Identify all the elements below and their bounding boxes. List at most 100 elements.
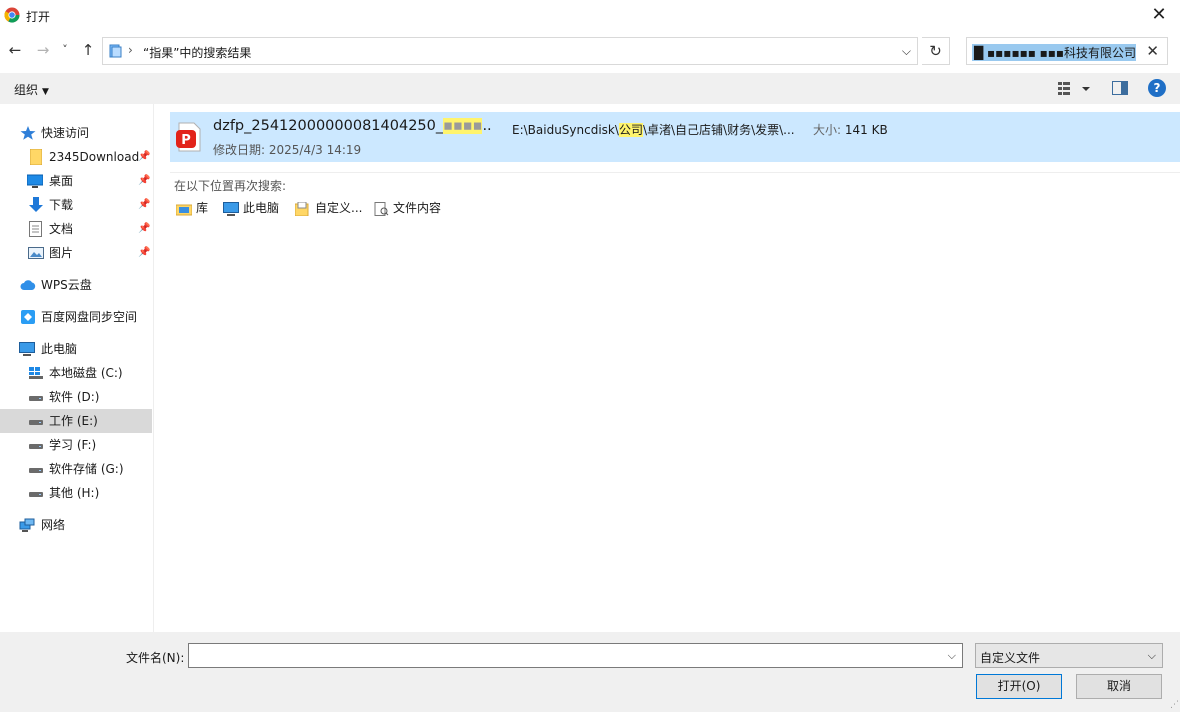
location-label: 文件内容 [393, 201, 442, 215]
window-title: 打开 [26, 10, 51, 24]
sidebar-item-network[interactable]: 网络 [0, 513, 152, 537]
filename-field[interactable]: ⌵ [188, 643, 963, 668]
sidebar-item-drive-h[interactable]: 其他 (H:) [0, 481, 152, 505]
library-icon [176, 204, 192, 215]
view-options-icon[interactable] [1056, 80, 1092, 98]
breadcrumb-separator: › [128, 43, 133, 57]
path-suffix: \卓渚\自己店铺\财务\发票\... [642, 123, 795, 137]
document-icon [29, 221, 42, 237]
divider [170, 172, 1180, 173]
sidebar-item-label: 网络 [41, 518, 66, 532]
search-again-label: 在以下位置再次搜索: [174, 179, 287, 193]
location-label: 此电脑 [243, 201, 280, 215]
sidebar-item-2345download[interactable]: 2345Download 📌 [0, 145, 152, 169]
sidebar-item-drive-g[interactable]: 软件存储 (G:) [0, 457, 152, 481]
pin-icon[interactable]: 📌 [138, 169, 150, 193]
sidebar-item-label: 此电脑 [41, 342, 78, 356]
network-icon [19, 518, 35, 532]
sidebar-item-this-pc[interactable]: 此电脑 [0, 337, 152, 361]
file-type-value: 自定义文件 [980, 651, 1041, 665]
navigation-pane: 快速访问 2345Download 📌 桌面 📌 下载 📌 文档 📌 图片 📌 … [0, 104, 154, 632]
redacted-text: ▪▪▪▪ [443, 118, 483, 134]
location-label: 库 [196, 201, 209, 215]
up-button[interactable]: ↑ [78, 40, 98, 60]
computer-icon [19, 342, 35, 356]
pdf-file-icon: P [176, 122, 201, 152]
search-query[interactable]: █ ▪▪▪▪▪▪ ▪▪▪科技有限公司 [972, 44, 1136, 61]
navigation-bar: ← → ˅ ↑ › “指果”中的搜索结果 ⌵ ↻ █ ▪▪▪▪▪▪ ▪▪▪科技有… [0, 31, 1180, 73]
list-item[interactable]: P dzfp_25412000000081404250_▪▪▪▪.. 修改日期:… [170, 112, 1180, 162]
back-button[interactable]: ← [5, 40, 25, 60]
windows-drive-icon [29, 367, 43, 379]
sidebar-item-label: 桌面 [49, 174, 74, 188]
file-name[interactable]: dzfp_25412000000081404250_▪▪▪▪.. [213, 118, 492, 134]
sidebar-item-documents[interactable]: 文档 📌 [0, 217, 152, 241]
search-location-library[interactable]: 库 [176, 199, 208, 217]
pin-icon[interactable]: 📌 [138, 145, 150, 169]
breadcrumb[interactable]: “指果”中的搜索结果 [143, 44, 251, 61]
drive-icon [29, 468, 43, 473]
sidebar-item-quick-access[interactable]: 快速访问 [0, 121, 152, 145]
sidebar-item-label: 图片 [49, 246, 74, 260]
filename-label: 文件名(N): [126, 651, 185, 665]
drive-icon [29, 396, 43, 401]
desktop-icon [27, 174, 43, 188]
sidebar-item-desktop[interactable]: 桌面 📌 [0, 169, 152, 193]
sidebar-item-wps-cloud[interactable]: WPS云盘 [0, 273, 152, 297]
address-bar[interactable]: › “指果”中的搜索结果 ⌵ [102, 37, 918, 65]
modified-value: 2025/4/3 14:19 [268, 143, 362, 157]
sidebar-item-downloads[interactable]: 下载 📌 [0, 193, 152, 217]
clear-search-button[interactable]: ✕ [1146, 42, 1159, 60]
search-location-custom[interactable]: 自定义... [295, 199, 362, 217]
sidebar-item-drive-c[interactable]: 本地磁盘 (C:) [0, 361, 152, 385]
sidebar-item-label: WPS云盘 [41, 278, 92, 292]
search-input[interactable]: █ ▪▪▪▪▪▪ ▪▪▪科技有限公司 ✕ [966, 37, 1168, 65]
path-prefix: E:\BaiduSyncdisk\ [512, 123, 619, 137]
sidebar-item-label: 软件存储 (G:) [49, 462, 124, 476]
refresh-button[interactable]: ↻ [922, 37, 950, 65]
pin-icon[interactable]: 📌 [138, 241, 150, 265]
chevron-down-icon[interactable]: ⌵ [948, 649, 956, 663]
cloud-icon [20, 280, 36, 290]
modified-label: 修改日期: [213, 143, 266, 157]
sidebar-item-pictures[interactable]: 图片 📌 [0, 241, 152, 265]
chevron-down-icon[interactable]: ⌵ [902, 44, 911, 59]
resize-grip-icon[interactable]: ⋰ [1170, 700, 1179, 710]
search-location-this-pc[interactable]: 此电脑 [223, 199, 279, 217]
open-button[interactable]: 打开(O) [976, 674, 1062, 699]
baidu-icon [21, 310, 35, 324]
organize-menu[interactable]: 组织 ▼ [14, 81, 49, 98]
sidebar-item-label: 快速访问 [41, 126, 90, 140]
search-results-icon [109, 44, 122, 58]
sidebar-item-label: 学习 (F:) [49, 438, 97, 452]
dialog-footer: 文件名(N): ⌵ 自定义文件 ⌵ 打开(O) 取消 ⋰ [0, 632, 1180, 712]
forward-button[interactable]: → [33, 40, 53, 60]
results-pane: P dzfp_25412000000081404250_▪▪▪▪.. 修改日期:… [155, 104, 1180, 632]
pin-icon[interactable]: 📌 [138, 193, 150, 217]
chrome-icon [4, 7, 20, 23]
cancel-button[interactable]: 取消 [1076, 674, 1162, 699]
sidebar-item-drive-d[interactable]: 软件 (D:) [0, 385, 152, 409]
preview-pane-button[interactable] [1112, 81, 1128, 95]
sidebar-item-label: 下载 [49, 198, 74, 212]
size-label: 大小: [813, 123, 842, 137]
sidebar-item-drive-f[interactable]: 学习 (F:) [0, 433, 152, 457]
sidebar-item-drive-e[interactable]: 工作 (E:) [0, 409, 152, 433]
sidebar-item-baidu-sync[interactable]: 百度网盘同步空间 [0, 305, 152, 329]
file-type-select[interactable]: 自定义文件 ⌵ [975, 643, 1163, 668]
drive-icon [29, 444, 43, 449]
help-icon[interactable]: ? [1148, 79, 1166, 97]
drive-icon [29, 420, 43, 425]
file-content-icon [374, 201, 389, 216]
download-icon [29, 197, 43, 212]
star-icon [20, 126, 36, 140]
computer-icon [223, 201, 239, 216]
pin-icon[interactable]: 📌 [138, 217, 150, 241]
sidebar-item-label: 2345Download [49, 150, 140, 164]
recent-locations-button[interactable]: ˅ [58, 40, 72, 60]
close-window-button[interactable]: ✕ [1146, 5, 1172, 25]
sidebar-item-label: 其他 (H:) [49, 486, 100, 500]
size-value: 141 KB [844, 123, 888, 137]
file-modified: 修改日期: 2025/4/3 14:19 [213, 141, 361, 158]
search-location-file-contents[interactable]: 文件内容 [373, 199, 441, 217]
